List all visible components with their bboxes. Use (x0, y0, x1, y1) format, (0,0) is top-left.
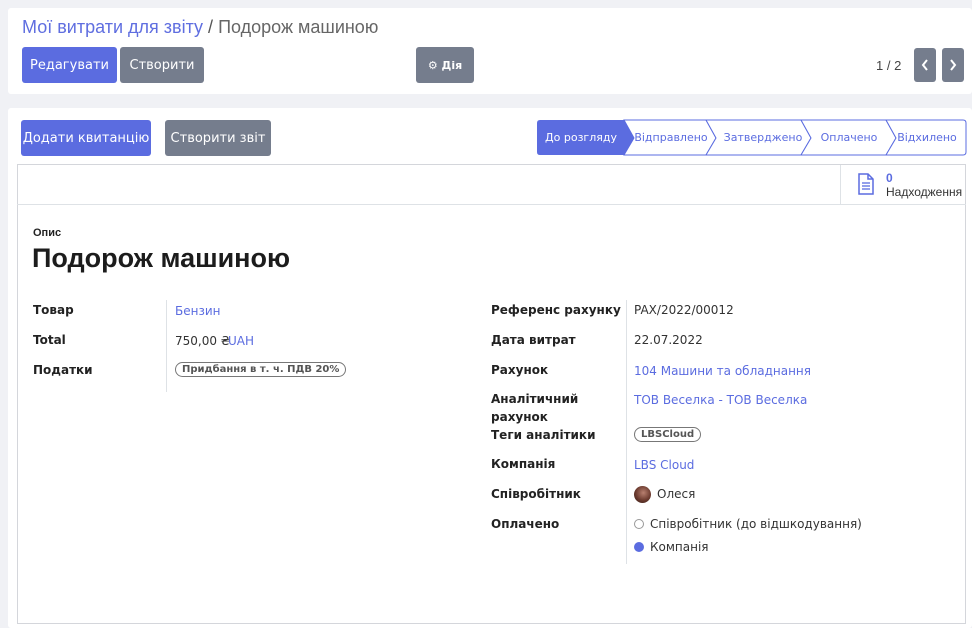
paid-by-company-radio[interactable] (634, 542, 644, 552)
receipts-label: Надходження (886, 185, 963, 199)
paid-by-employee-label[interactable]: Співробітник (до відшкодування) (650, 515, 862, 533)
chevron-right-icon (950, 59, 957, 71)
expense-date-value: 22.07.2022 (634, 333, 703, 347)
breadcrumb: Мої витрати для звіту / Подорож машиною (22, 17, 378, 38)
paid-by-label: Оплачено (491, 517, 560, 531)
employee-value[interactable]: Олеся (657, 485, 695, 503)
company-label: Компанія (491, 457, 556, 471)
left-group-divider (166, 300, 167, 392)
button-box (17, 164, 966, 205)
product-label: Товар (33, 303, 74, 317)
paid-by-employee-radio[interactable] (634, 519, 644, 529)
chevron-left-icon (921, 59, 928, 71)
document-icon (858, 173, 874, 195)
account-label: Рахунок (491, 363, 549, 377)
breadcrumb-parent-link[interactable]: Мої витрати для звіту (22, 17, 203, 37)
bill-reference-value: PAX/2022/00012 (634, 303, 734, 317)
bill-reference-label: Референс рахунку (491, 303, 621, 317)
stage-approved[interactable]: Затверджено (719, 120, 807, 155)
company-value[interactable]: LBS Cloud (634, 456, 694, 474)
account-value[interactable]: 104 Машини та обладнання (634, 362, 811, 380)
expense-date-label: Дата витрат (491, 333, 576, 347)
taxes-badge[interactable]: Придбання в т. ч. ПДВ 20% (175, 362, 347, 377)
paid-by-company-label[interactable]: Компанія (650, 538, 709, 556)
total-amount: 750,00 ₴ (175, 334, 231, 348)
stage-draft[interactable]: До розгляду (540, 120, 622, 155)
stage-submitted[interactable]: Відправлено (632, 120, 710, 155)
edit-button[interactable]: Редагувати (22, 47, 117, 83)
right-group-divider (626, 300, 627, 564)
stage-refused[interactable]: Відхилено (894, 120, 960, 155)
breadcrumb-current: Подорож машиною (218, 17, 379, 37)
pager-value: 1 / 2 (876, 58, 902, 73)
create-report-button[interactable]: Створити звіт (165, 120, 271, 156)
stage-paid[interactable]: Оплачено (812, 120, 886, 155)
total-label: Total (33, 333, 66, 347)
create-button[interactable]: Створити (120, 47, 204, 83)
add-receipt-button[interactable]: Додати квитанцію (21, 120, 151, 156)
employee-label: Співробітник (491, 487, 581, 501)
analytic-account-value[interactable]: ТОВ Веселка - ТОВ Веселка (634, 391, 807, 409)
expense-title: Подорож машиною (32, 243, 291, 273)
pager-previous-button[interactable] (914, 48, 936, 82)
receipts-count: 0 (886, 171, 893, 185)
analytic-tags-label: Теги аналітики (491, 428, 596, 442)
breadcrumb-separator: / (208, 17, 214, 37)
product-value[interactable]: Бензин (175, 302, 221, 320)
description-label: Опис (33, 227, 62, 239)
total-currency[interactable]: UAH (228, 332, 254, 350)
action-button[interactable]: ⚙ Дія (416, 47, 474, 83)
taxes-label: Податки (33, 363, 93, 377)
analytic-account-label: Аналітичний рахунок (491, 392, 579, 424)
avatar (634, 486, 651, 503)
pager-next-button[interactable] (942, 48, 964, 82)
analytic-tag-badge[interactable]: LBSCloud (634, 427, 702, 442)
